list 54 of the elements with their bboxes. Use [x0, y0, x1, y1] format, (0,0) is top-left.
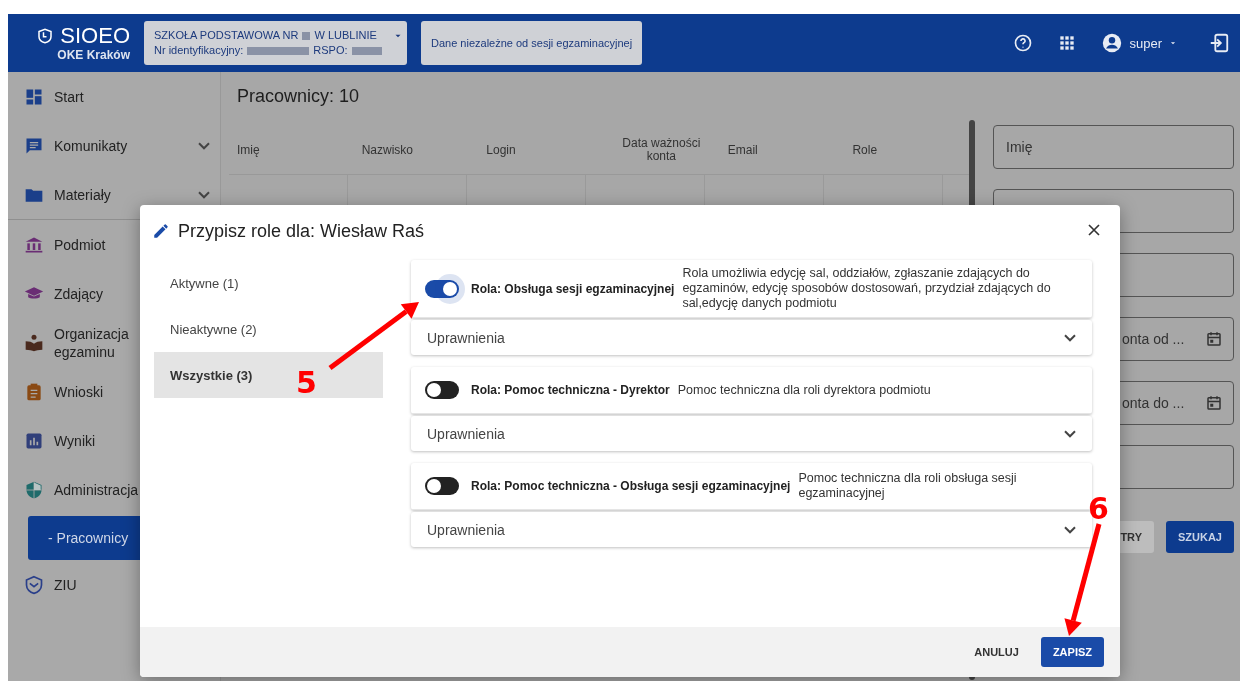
- role-description: Rola umożliwia edycję sal, oddziałów, zgłaszanie zdających do egzaminów, edycję sposobów dostosowań, przydział zdających do sal,edycję danych podmiotu: [682, 266, 1052, 311]
- role-name: Rola: Obsługa sesji egzaminacyjnej: [471, 281, 675, 296]
- session-button[interactable]: Dane niezależne od sesji egzaminacyjnej: [421, 21, 643, 65]
- column-header[interactable]: Role: [844, 143, 970, 157]
- app-subtitle: OKE Kraków: [57, 48, 130, 62]
- toggle-switch[interactable]: [425, 279, 459, 298]
- sidebar-item[interactable]: ZIU: [8, 560, 220, 609]
- tab[interactable]: Aktywne (1): [154, 260, 383, 306]
- input-field[interactable]: Imię: [993, 125, 1234, 169]
- toggle-switch[interactable]: [425, 477, 459, 495]
- permissions-panel[interactable]: Uprawnienia: [411, 320, 1092, 355]
- help-icon: [1013, 33, 1034, 53]
- search-button[interactable]: SZUKAJ: [1166, 521, 1234, 553]
- chevron-down-icon: [1064, 429, 1076, 438]
- logo-icon: [36, 27, 55, 45]
- chevron-down-icon: [1064, 333, 1076, 342]
- redaction-mark: [302, 31, 311, 40]
- redaction-mark: [351, 46, 382, 55]
- permissions-panel[interactable]: Uprawnienia: [411, 416, 1092, 451]
- user-avatar-icon: [1101, 32, 1124, 54]
- calendar-icon: [1205, 330, 1223, 348]
- column-header[interactable]: Login: [478, 143, 603, 157]
- role-name: Rola: Pomoc techniczna - Dyrektor: [471, 383, 670, 397]
- column-header[interactable]: Nazwisko: [353, 143, 479, 157]
- clipboard-icon: [24, 381, 44, 402]
- dialog-title: Przypisz role dla: Wiesław Raś: [178, 220, 426, 242]
- redaction-mark: [247, 46, 310, 55]
- toggle-switch[interactable]: [425, 381, 459, 399]
- sidebar-item[interactable]: Wyniki: [8, 416, 220, 465]
- role-name: Rola: Pomoc techniczna - Obsługa sesji egzaminacyjnej: [471, 479, 791, 493]
- chevron-down-icon: [1064, 525, 1076, 534]
- school-selector[interactable]: SZKOŁA PODSTAWOWA NR W LUBLINIE Nr identyfikacyjny: RSPO:: [144, 21, 407, 65]
- page-title: Pracownicy: 10: [237, 86, 361, 108]
- role-description: Pomoc techniczna dla roli obsługa sesji egzaminacyjnej: [798, 471, 1018, 501]
- role-description: Pomoc techniczna dla roli dyrektora podmiotu: [677, 382, 931, 398]
- app-title: SIOEO: [60, 24, 130, 48]
- tab[interactable]: Nieaktywne (2): [154, 306, 383, 352]
- logout-icon: [1208, 32, 1230, 54]
- sidebar-item[interactable]: Komunikaty: [8, 121, 220, 170]
- sidebar-item[interactable]: Start: [8, 72, 220, 121]
- step-number: 5: [296, 368, 317, 398]
- shield-check-icon: [24, 574, 44, 595]
- column-header[interactable]: Data ważności konta: [602, 137, 720, 163]
- sidebar-item[interactable]: Administracja: [8, 465, 220, 514]
- cancel-button[interactable]: ANULUJ: [968, 645, 1025, 659]
- user-menu[interactable]: super: [1101, 32, 1178, 54]
- calendar-icon: [1205, 394, 1223, 412]
- save-button[interactable]: ZAPISZ: [1040, 637, 1104, 667]
- column-header[interactable]: Imię: [229, 143, 354, 157]
- reading-person-icon: [24, 332, 44, 353]
- shield-icon: [24, 479, 44, 500]
- column-header[interactable]: Email: [719, 143, 845, 157]
- pencil-icon: [152, 222, 170, 240]
- sidebar-item[interactable]: Materiały: [8, 170, 220, 219]
